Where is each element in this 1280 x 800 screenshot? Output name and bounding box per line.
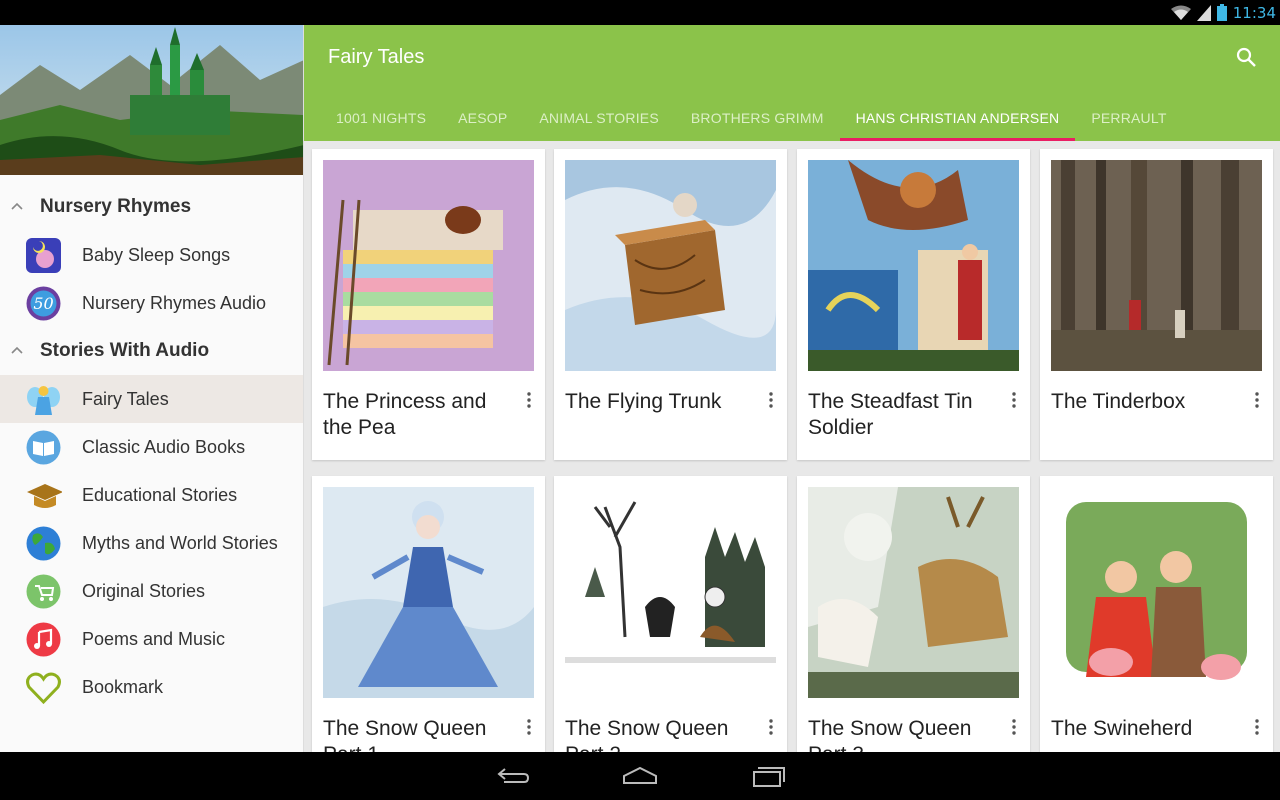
sidebar-item-label: Educational Stories: [82, 484, 238, 505]
svg-text:50: 50: [33, 294, 53, 313]
story-thumbnail: [808, 160, 1019, 371]
story-card[interactable]: The Tinderbox: [1040, 149, 1273, 460]
section-label: Nursery Rhymes: [40, 196, 192, 217]
sidebar-item-baby-sleep-songs[interactable]: Baby Sleep Songs: [0, 231, 303, 279]
sidebar-item-label: Classic Audio Books: [82, 436, 246, 457]
more-options-icon[interactable]: [1254, 718, 1260, 736]
more-options-icon[interactable]: [526, 718, 532, 736]
story-thumbnail: [323, 487, 534, 698]
app-bar: Fairy Tales 1001 NIGHTS AESOP ANIMAL STO…: [304, 25, 1280, 141]
story-title: The Flying Trunk: [565, 390, 722, 413]
wifi-icon: [1170, 5, 1191, 20]
story-thumbnail: [808, 487, 1019, 698]
chevron-up-icon: [11, 346, 23, 354]
sidebar-item-bookmark[interactable]: Bookmark: [0, 663, 303, 711]
navigation-drawer: Nursery Rhymes Baby Sleep Songs 50 Nurse…: [0, 25, 304, 752]
clock: 11:34: [1232, 3, 1276, 22]
sidebar-item-fairy-tales[interactable]: Fairy Tales: [0, 375, 303, 423]
story-thumbnail: [565, 487, 776, 698]
back-icon[interactable]: [494, 764, 530, 788]
story-thumbnail: [1051, 487, 1262, 698]
chevron-up-icon: [11, 202, 23, 210]
story-thumbnail: [1051, 160, 1262, 371]
sidebar-item-label: Original Stories: [82, 580, 206, 601]
tab-aesop[interactable]: AESOP: [442, 95, 523, 141]
signal-icon: [1196, 4, 1211, 21]
story-card[interactable]: The Snow Queen Part 3: [797, 476, 1030, 752]
battery-icon: [1216, 4, 1227, 21]
heart-icon: [26, 672, 61, 705]
sidebar-item-label: Fairy Tales: [82, 388, 169, 409]
sidebar-item-myths-and-world-stories[interactable]: Myths and World Stories: [0, 519, 303, 567]
story-title: The Steadfast Tin Soldier: [808, 390, 973, 439]
music-note-icon: [26, 622, 61, 657]
story-card[interactable]: The Snow Queen Part 1: [312, 476, 545, 752]
fairy-icon: [27, 386, 60, 415]
story-thumbnail: [565, 160, 776, 371]
section-label: Stories With Audio: [40, 340, 210, 361]
book-icon: [26, 430, 61, 465]
fifty-badge-icon: 50: [26, 286, 61, 321]
story-title: The Princess and the Pea: [323, 390, 487, 439]
recents-icon[interactable]: [751, 764, 787, 788]
graduation-cap-icon: [27, 484, 62, 508]
section-nursery-rhymes[interactable]: Nursery Rhymes: [0, 183, 303, 231]
sidebar-item-label: Baby Sleep Songs: [82, 244, 231, 265]
stroller-icon: [26, 574, 61, 609]
section-stories-with-audio[interactable]: Stories With Audio: [0, 327, 303, 375]
more-options-icon[interactable]: [768, 391, 774, 409]
sidebar-item-original-stories[interactable]: Original Stories: [0, 567, 303, 615]
story-card[interactable]: The Flying Trunk: [554, 149, 787, 460]
story-title: The Snow Queen Part 3: [808, 717, 972, 752]
story-title: The Snow Queen Part 1: [323, 717, 487, 752]
baby-sleep-icon: [26, 238, 61, 273]
tab-hans-christian-andersen[interactable]: HANS CHRISTIAN ANDERSEN: [839, 95, 1076, 141]
story-thumbnail: [323, 160, 534, 371]
sidebar-item-poems-and-music[interactable]: Poems and Music: [0, 615, 303, 663]
category-tabs: 1001 NIGHTS AESOP ANIMAL STORIES BROTHER…: [320, 95, 1183, 141]
tab-perrault[interactable]: PERRAULT: [1075, 95, 1182, 141]
more-options-icon[interactable]: [526, 391, 532, 409]
search-icon[interactable]: [1234, 45, 1260, 71]
sidebar-item-classic-audio-books[interactable]: Classic Audio Books: [0, 423, 303, 471]
tab-1001-nights[interactable]: 1001 NIGHTS: [320, 95, 442, 141]
status-bar: 11:34: [0, 0, 1280, 25]
story-title: The Tinderbox: [1051, 390, 1186, 413]
story-title: The Snow Queen Part 2: [565, 717, 729, 752]
sidebar-item-label: Poems and Music: [82, 628, 226, 649]
more-options-icon[interactable]: [1254, 391, 1260, 409]
page-title: Fairy Tales: [328, 46, 425, 68]
home-icon[interactable]: [622, 764, 658, 788]
status-icons: 11:34: [1170, 0, 1276, 25]
drawer-menu: Nursery Rhymes Baby Sleep Songs 50 Nurse…: [0, 183, 303, 711]
tab-animal-stories[interactable]: ANIMAL STORIES: [523, 95, 675, 141]
system-navigation-bar: [0, 752, 1280, 800]
sidebar-item-label: Myths and World Stories: [82, 532, 278, 553]
sidebar-item-nursery-rhymes-audio[interactable]: 50 Nursery Rhymes Audio: [0, 279, 303, 327]
story-card[interactable]: The Princess and the Pea: [312, 149, 545, 460]
main-content: Fairy Tales 1001 NIGHTS AESOP ANIMAL STO…: [304, 25, 1280, 752]
sidebar-item-label: Nursery Rhymes Audio: [82, 292, 267, 313]
more-options-icon[interactable]: [1011, 391, 1017, 409]
more-options-icon[interactable]: [1011, 718, 1017, 736]
globe-icon: [26, 526, 61, 561]
story-card[interactable]: The Swineherd: [1040, 476, 1273, 752]
story-title: The Swineherd: [1051, 717, 1193, 740]
more-options-icon[interactable]: [768, 718, 774, 736]
story-card[interactable]: The Steadfast Tin Soldier: [797, 149, 1030, 460]
sidebar-item-label: Bookmark: [82, 676, 164, 697]
story-card[interactable]: The Snow Queen Part 2: [554, 476, 787, 752]
drawer-header-image: [0, 25, 303, 175]
tab-brothers-grimm[interactable]: BROTHERS GRIMM: [675, 95, 840, 141]
sidebar-item-educational-stories[interactable]: Educational Stories: [0, 471, 303, 519]
